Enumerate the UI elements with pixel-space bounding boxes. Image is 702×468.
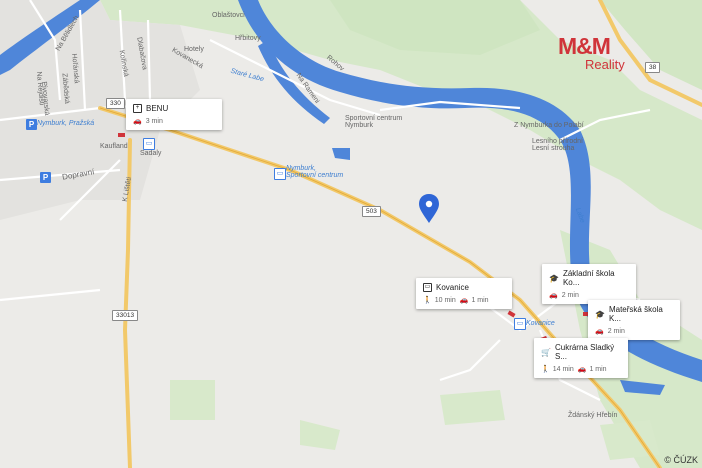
- car-icon: 🚗: [577, 366, 587, 373]
- poi-pointer-icon: [118, 133, 125, 137]
- car-icon: 🚗: [549, 292, 558, 299]
- logo-subtitle: Reality: [585, 57, 625, 72]
- place-label: Z Nymburka do Polabí: [514, 122, 584, 129]
- bus-stop-marker-icon[interactable]: ▭: [514, 318, 526, 330]
- cart-icon: 🛒: [541, 347, 551, 357]
- car-icon: 🚗: [133, 118, 142, 125]
- place-label: Sadaly: [140, 150, 162, 157]
- transit-label: Nymburk, Sportovní centrum: [286, 165, 344, 179]
- place-label: Hřbitovy: [235, 35, 261, 42]
- poi-card-zakladni-skola[interactable]: 🎓 Základní škola Ko... 🚗 2 min: [542, 264, 636, 304]
- road-shield: 33013: [112, 310, 139, 321]
- road-shield: 330: [106, 98, 125, 109]
- place-label: Lesního přírodní Lesní strouha: [532, 138, 583, 152]
- map-copyright: © ČÚZK: [664, 455, 698, 465]
- walk-icon: 🚶: [541, 366, 550, 373]
- drive-time: 2 min: [561, 291, 579, 299]
- place-label: Ždánský Hřebín: [568, 412, 618, 419]
- bus-stop-marker-icon[interactable]: ▭: [143, 138, 155, 150]
- poi-card-materska-skola[interactable]: 🎓 Mateřská škola K... 🚗 2 min: [588, 300, 680, 340]
- walk-time: 14 min: [552, 365, 574, 373]
- transit-label: Kovanice: [526, 320, 555, 327]
- logo-brand: M&M: [558, 33, 611, 59]
- drive-time: 1 min: [471, 296, 489, 304]
- poi-title: Cukrárna Sladký S...: [554, 343, 615, 361]
- school-icon: 🎓: [549, 273, 559, 283]
- place-label: Hotely: [184, 46, 204, 53]
- poi-title: Mateřská škola K...: [608, 305, 663, 323]
- poi-title: BENU: [146, 104, 169, 113]
- brand-logo: M&M Reality: [558, 34, 625, 72]
- bus-icon: ▭: [423, 283, 432, 292]
- road-shield: 503: [362, 206, 381, 217]
- place-label: Sportovní centrum Nymburk: [345, 115, 403, 129]
- drive-time: 3 min: [145, 117, 163, 125]
- road-shield: 38: [645, 62, 661, 73]
- walk-icon: 🚶: [423, 297, 432, 304]
- transit-label: Nymburk, Pražská: [37, 120, 95, 127]
- bus-stop-marker-icon[interactable]: ▭: [274, 168, 286, 180]
- place-label: Kaufland: [100, 143, 128, 150]
- poi-card-cukrarna[interactable]: 🛒 Cukrárna Sladký S... 🚶 14 min 🚗 1 min: [534, 338, 628, 378]
- poi-title: Základní škola Ko...: [562, 269, 615, 287]
- drive-time: 1 min: [589, 365, 607, 373]
- poi-card-benu[interactable]: + BENU 🚗 3 min: [126, 99, 222, 130]
- car-icon: 🚗: [459, 297, 469, 304]
- place-label: Oblaštovci: [212, 12, 245, 19]
- car-icon: 🚗: [595, 328, 604, 335]
- parking-marker-icon[interactable]: P: [40, 172, 51, 183]
- poi-card-kovanice[interactable]: ▭ Kovanice 🚶 10 min 🚗 1 min: [416, 278, 512, 309]
- parking-marker-icon[interactable]: P: [26, 119, 37, 130]
- poi-title: Kovanice: [436, 283, 469, 292]
- drive-time: 2 min: [607, 327, 625, 335]
- pharmacy-icon: +: [133, 104, 142, 113]
- school-icon: 🎓: [595, 309, 605, 319]
- walk-time: 10 min: [434, 296, 456, 304]
